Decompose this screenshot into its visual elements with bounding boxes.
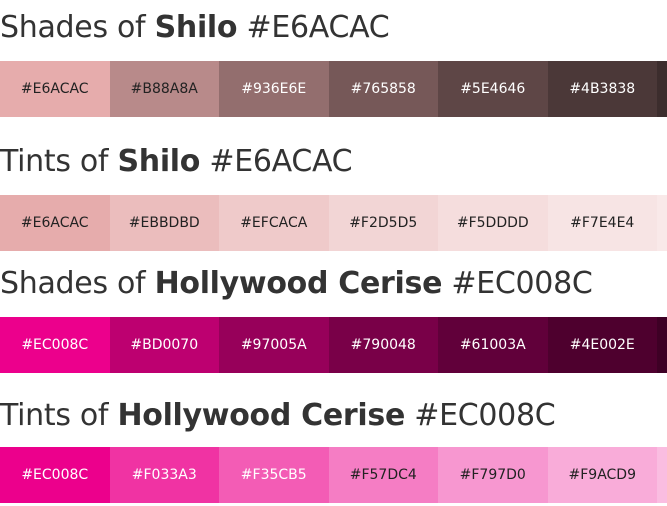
heading-color-name: Shilo [117,144,201,179]
swatch-hex-label: #B88A8A [130,81,198,97]
swatch-hex-label: #765858 [350,81,416,97]
swatch-hex-label: #E6ACAC [20,215,89,231]
color-swatch[interactable]: #765858 [328,61,438,117]
heading-prefix: Shades of [0,266,146,301]
color-swatch[interactable]: #F57DC4 [328,447,438,503]
heading-color-name: Shilo [154,10,238,45]
color-swatch[interactable]: #F7E4E4 [547,195,657,251]
color-swatch-edge [657,317,667,373]
swatch-hex-label: #E6ACAC [20,81,89,97]
color-swatch-edge [657,195,667,251]
color-swatch[interactable]: #EFCACA [219,195,329,251]
swatch-row: #E6ACAC #B88A8A #936E6E #765858 #5E4646 … [0,61,667,117]
swatch-row: #EC008C #BD0070 #97005A #790048 #61003A … [0,317,667,373]
color-swatch[interactable]: #5E4646 [438,61,548,117]
swatch-hex-label: #F35CB5 [240,467,307,483]
color-swatch[interactable]: #F033A3 [109,447,219,503]
swatch-hex-label: #4B3838 [569,81,636,97]
swatch-hex-label: #EC008C [21,467,89,483]
color-swatch[interactable]: #F2D5D5 [328,195,438,251]
section-heading: Tints of Shilo #E6ACAC [0,142,353,182]
heading-prefix: Tints of [0,144,109,179]
heading-hex: #E6ACAC [209,144,353,179]
swatch-hex-label: #BD0070 [130,337,199,353]
color-swatch[interactable]: #B88A8A [109,61,219,117]
swatch-hex-label: #97005A [240,337,307,353]
swatch-hex-label: #F57DC4 [349,467,417,483]
swatch-hex-label: #5E4646 [460,81,526,97]
swatch-hex-label: #F5DDDD [456,215,529,231]
swatch-hex-label: #F7E4E4 [570,215,635,231]
heading-color-name: Hollywood Cerise [117,398,405,433]
swatch-hex-label: #F033A3 [131,467,197,483]
color-swatch[interactable]: #790048 [328,317,438,373]
swatch-hex-label: #61003A [459,337,526,353]
color-swatch[interactable]: #F35CB5 [219,447,329,503]
swatch-hex-label: #F2D5D5 [349,215,418,231]
swatch-hex-label: #4E002E [569,337,635,353]
color-swatch[interactable]: #97005A [219,317,329,373]
color-swatch[interactable]: #F5DDDD [438,195,548,251]
color-swatch-edge [657,61,667,117]
color-swatch[interactable]: #EC008C [0,447,110,503]
swatch-hex-label: #F9ACD9 [568,467,636,483]
heading-hex: #EC008C [414,398,556,433]
heading-hex: #E6ACAC [246,10,390,45]
swatch-row: #E6ACAC #EBBDBD #EFCACA #F2D5D5 #F5DDDD … [0,195,667,251]
color-swatch[interactable]: #EBBDBD [109,195,219,251]
section-heading: Shades of Shilo #E6ACAC [0,8,390,48]
color-swatch[interactable]: #4E002E [547,317,657,373]
color-swatch[interactable]: #E6ACAC [0,195,110,251]
heading-prefix: Shades of [0,10,146,45]
swatch-row: #EC008C #F033A3 #F35CB5 #F57DC4 #F797D0 … [0,447,667,503]
color-swatch[interactable]: #F9ACD9 [547,447,657,503]
color-swatch[interactable]: #EC008C [0,317,110,373]
heading-color-name: Hollywood Cerise [154,266,443,301]
section-heading: Tints of Hollywood Cerise #EC008C [0,396,556,436]
heading-prefix: Tints of [0,398,109,433]
color-swatch-edge [657,447,667,503]
swatch-hex-label: #936E6E [241,81,307,97]
swatch-hex-label: #EC008C [21,337,89,353]
swatch-hex-label: #F797D0 [459,467,526,483]
color-swatch[interactable]: #4B3838 [547,61,657,117]
swatch-hex-label: #790048 [350,337,416,353]
color-swatch[interactable]: #F797D0 [438,447,548,503]
swatch-hex-label: #EFCACA [240,215,308,231]
color-swatch[interactable]: #61003A [438,317,548,373]
color-swatch[interactable]: #936E6E [219,61,329,117]
section-heading: Shades of Hollywood Cerise #EC008C [0,264,593,304]
color-swatch[interactable]: #BD0070 [109,317,219,373]
swatch-hex-label: #EBBDBD [128,215,200,231]
color-swatch[interactable]: #E6ACAC [0,61,110,117]
heading-hex: #EC008C [451,266,593,301]
